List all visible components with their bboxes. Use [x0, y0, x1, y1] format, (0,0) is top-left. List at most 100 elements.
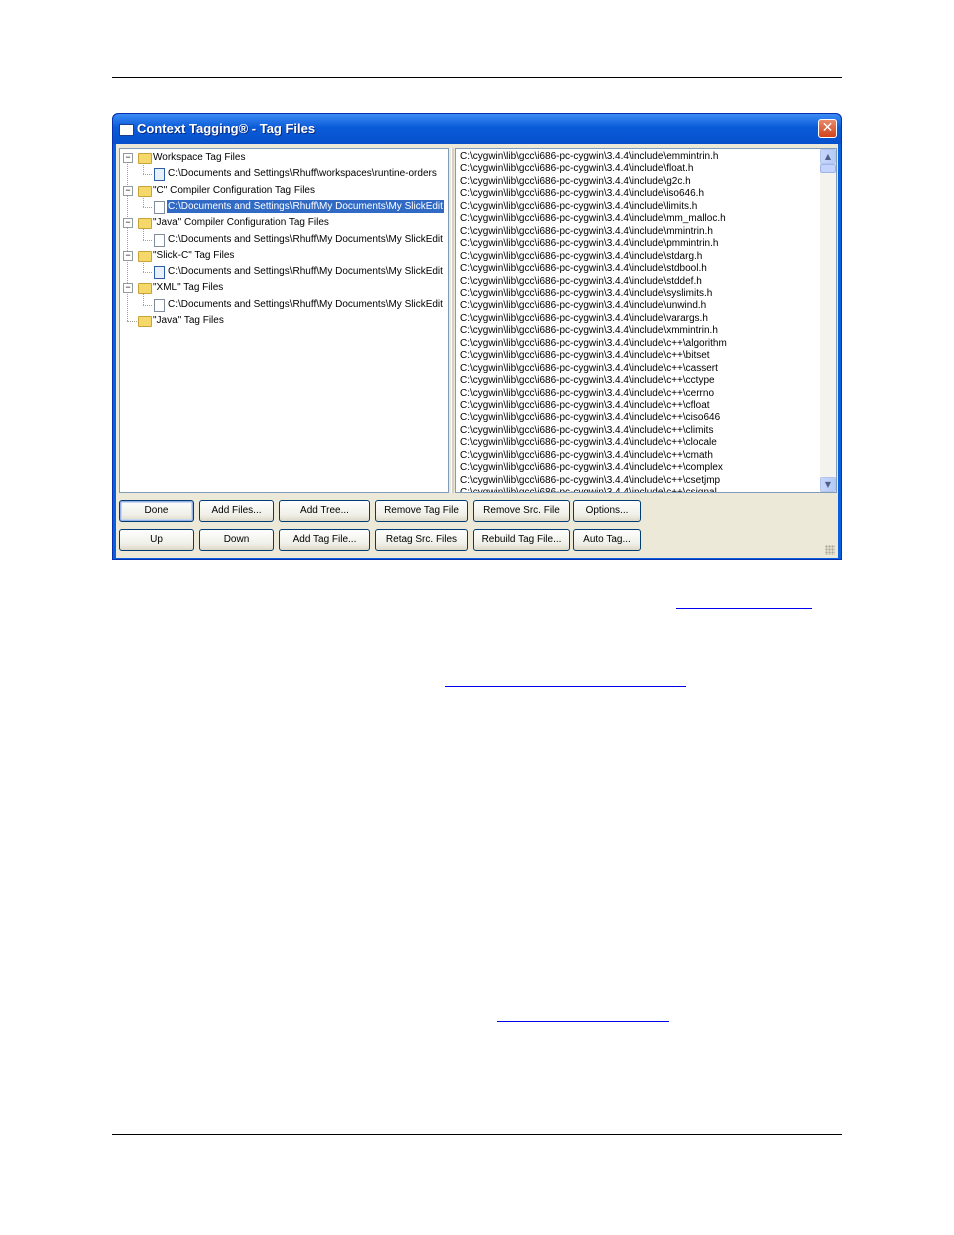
tree-connector: [143, 293, 144, 305]
tree-connector: [127, 158, 128, 321]
list-item[interactable]: C:\cygwin\lib\gcc\i686-pc-cygwin\3.4.4\i…: [460, 450, 713, 462]
tree-node-label: C:\Documents and Settings\Rhuff\My Docum…: [168, 299, 443, 310]
document-icon: [154, 201, 165, 214]
list-item[interactable]: C:\cygwin\lib\gcc\i686-pc-cygwin\3.4.4\i…: [460, 238, 718, 250]
tag-files-tree[interactable]: Workspace Tag Files − C:\Documents and Set…: [119, 148, 449, 493]
source-files-items: C:\cygwin\lib\gcc\i686-pc-cygwin\3.4.4\i…: [456, 149, 820, 492]
resize-grip[interactable]: [825, 545, 835, 555]
close-icon: ✕: [821, 120, 834, 136]
list-item[interactable]: C:\cygwin\lib\gcc\i686-pc-cygwin\3.4.4\i…: [460, 425, 713, 437]
folder-icon: [138, 186, 152, 197]
document-icon: [154, 234, 165, 247]
hyperlink-underline[interactable]: [445, 686, 686, 687]
dialog-client-area: Workspace Tag Files − C:\Documents and Set…: [116, 144, 838, 558]
list-item[interactable]: C:\cygwin\lib\gcc\i686-pc-cygwin\3.4.4\i…: [460, 251, 702, 263]
list-item[interactable]: C:\cygwin\lib\gcc\i686-pc-cygwin\3.4.4\i…: [460, 188, 704, 200]
remove-tag-file-button[interactable]: Remove Tag File: [375, 500, 468, 522]
hyperlink-underline[interactable]: [676, 608, 812, 609]
tree-connector: [127, 321, 137, 322]
list-item[interactable]: C:\cygwin\lib\gcc\i686-pc-cygwin\3.4.4\i…: [460, 350, 710, 362]
list-item[interactable]: C:\cygwin\lib\gcc\i686-pc-cygwin\3.4.4\i…: [460, 487, 717, 492]
list-item[interactable]: C:\cygwin\lib\gcc\i686-pc-cygwin\3.4.4\i…: [460, 263, 707, 275]
tree-connector: [143, 196, 144, 207]
list-item[interactable]: C:\cygwin\lib\gcc\i686-pc-cygwin\3.4.4\i…: [460, 300, 706, 312]
scroll-up-button[interactable]: ▲: [820, 149, 836, 164]
source-files-list[interactable]: C:\cygwin\lib\gcc\i686-pc-cygwin\3.4.4\i…: [455, 148, 837, 493]
list-item[interactable]: C:\cygwin\lib\gcc\i686-pc-cygwin\3.4.4\i…: [460, 213, 726, 225]
list-item[interactable]: C:\cygwin\lib\gcc\i686-pc-cygwin\3.4.4\i…: [460, 412, 720, 424]
tree-connector: [143, 305, 152, 306]
pane-splitter[interactable]: [451, 148, 454, 493]
tree-connector: [143, 261, 144, 272]
retag-src-files-button[interactable]: Retag Src. Files: [375, 529, 468, 551]
list-item[interactable]: C:\cygwin\lib\gcc\i686-pc-cygwin\3.4.4\i…: [460, 462, 723, 474]
scroll-down-icon: ▼: [824, 480, 832, 489]
rebuild-tag-file-button[interactable]: Rebuild Tag File...: [473, 529, 570, 551]
tree-node-label: C:\Documents and Settings\Rhuff\My Docum…: [167, 200, 444, 213]
scroll-thumb[interactable]: [820, 164, 836, 173]
list-item[interactable]: C:\cygwin\lib\gcc\i686-pc-cygwin\3.4.4\i…: [460, 400, 710, 412]
scroll-up-icon: ▲: [824, 152, 832, 161]
list-item[interactable]: C:\cygwin\lib\gcc\i686-pc-cygwin\3.4.4\i…: [460, 475, 720, 487]
collapse-toggle-icon[interactable]: −: [123, 218, 133, 228]
tag-files-dialog: Context Tagging® - Tag Files ✕ Workspace…: [112, 113, 842, 560]
tree-node-label: "Java" Compiler Configuration Tag Files: [153, 217, 329, 228]
tree-connector: [143, 228, 144, 240]
folder-icon: [138, 153, 152, 164]
tree-node-label: C:\Documents and Settings\Rhuff\My Docum…: [168, 266, 443, 277]
add-tag-file-button[interactable]: Add Tag File...: [279, 529, 370, 551]
tree-node-label: C:\Documents and Settings\Rhuff\workspac…: [168, 168, 437, 179]
title-bar[interactable]: Context Tagging® - Tag Files ✕: [113, 114, 841, 144]
collapse-toggle-icon[interactable]: −: [123, 283, 133, 293]
add-files-button[interactable]: Add Files...: [199, 500, 274, 522]
list-item[interactable]: C:\cygwin\lib\gcc\i686-pc-cygwin\3.4.4\i…: [460, 363, 718, 375]
tree-node-label: "Slick-C" Tag Files: [153, 250, 235, 261]
tree-connector: [143, 174, 152, 175]
tree-connector: [143, 240, 152, 241]
collapse-toggle-icon[interactable]: −: [123, 251, 133, 261]
folder-icon: [138, 218, 152, 229]
list-item[interactable]: C:\cygwin\lib\gcc\i686-pc-cygwin\3.4.4\i…: [460, 288, 712, 300]
list-item[interactable]: C:\cygwin\lib\gcc\i686-pc-cygwin\3.4.4\i…: [460, 338, 727, 350]
folder-icon: [138, 316, 152, 327]
list-item[interactable]: C:\cygwin\lib\gcc\i686-pc-cygwin\3.4.4\i…: [460, 276, 702, 288]
tree-node-label: Workspace Tag Files: [153, 152, 246, 163]
list-item[interactable]: C:\cygwin\lib\gcc\i686-pc-cygwin\3.4.4\i…: [460, 375, 715, 387]
collapse-toggle-icon[interactable]: −: [123, 153, 133, 163]
options-button[interactable]: Options...: [573, 500, 641, 522]
collapse-toggle-icon[interactable]: −: [123, 186, 133, 196]
list-item[interactable]: C:\cygwin\lib\gcc\i686-pc-cygwin\3.4.4\i…: [460, 176, 691, 188]
window-title: Context Tagging® - Tag Files: [137, 121, 316, 136]
tree-connector: [143, 207, 152, 208]
tree-node-label: "Java" Tag Files: [153, 315, 224, 326]
list-item[interactable]: C:\cygwin\lib\gcc\i686-pc-cygwin\3.4.4\i…: [460, 313, 708, 325]
folder-icon: [138, 251, 152, 262]
list-item[interactable]: C:\cygwin\lib\gcc\i686-pc-cygwin\3.4.4\i…: [460, 325, 718, 337]
tag-file-icon: [154, 266, 165, 279]
page-header-rule: [112, 77, 842, 78]
tag-file-icon: [154, 168, 165, 181]
list-item[interactable]: C:\cygwin\lib\gcc\i686-pc-cygwin\3.4.4\i…: [460, 437, 717, 449]
window-icon: [119, 124, 134, 136]
list-item[interactable]: C:\cygwin\lib\gcc\i686-pc-cygwin\3.4.4\i…: [460, 388, 714, 400]
auto-tag-button[interactable]: Auto Tag...: [573, 529, 641, 551]
done-button[interactable]: Done: [119, 500, 194, 522]
up-button[interactable]: Up: [119, 529, 194, 551]
document-icon: [154, 299, 165, 312]
folder-icon: [138, 283, 152, 294]
list-item[interactable]: C:\cygwin\lib\gcc\i686-pc-cygwin\3.4.4\i…: [460, 226, 713, 238]
vertical-scrollbar[interactable]: ▲ ▼: [820, 149, 836, 492]
tree-connector: [143, 272, 152, 273]
scroll-down-button[interactable]: ▼: [820, 477, 836, 492]
remove-src-file-button[interactable]: Remove Src. File: [473, 500, 570, 522]
down-button[interactable]: Down: [199, 529, 274, 551]
page-footer-rule: [112, 1134, 842, 1135]
add-tree-button[interactable]: Add Tree...: [279, 500, 370, 522]
tree-connector: [143, 163, 144, 174]
list-item[interactable]: C:\cygwin\lib\gcc\i686-pc-cygwin\3.4.4\i…: [460, 151, 718, 163]
list-item[interactable]: C:\cygwin\lib\gcc\i686-pc-cygwin\3.4.4\i…: [460, 201, 697, 213]
list-item[interactable]: C:\cygwin\lib\gcc\i686-pc-cygwin\3.4.4\i…: [460, 163, 693, 175]
tree-node-label: "C" Compiler Configuration Tag Files: [153, 185, 315, 196]
hyperlink-underline[interactable]: [497, 1021, 669, 1022]
close-button[interactable]: ✕: [818, 119, 837, 138]
